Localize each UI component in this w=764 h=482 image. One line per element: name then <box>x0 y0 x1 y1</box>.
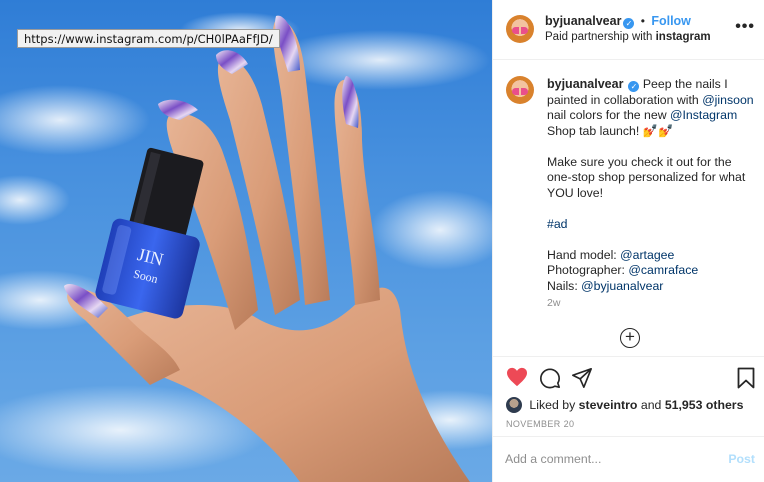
mention-jinsoon[interactable]: @jinsoon <box>702 93 753 107</box>
liker-avatar[interactable] <box>506 397 522 413</box>
verified-badge-icon: ✓ <box>623 18 635 29</box>
separator-dot: • <box>640 14 645 28</box>
post-actions: Liked by steveintro and 51,953 others NO… <box>493 356 764 434</box>
mention-instagram[interactable]: @Instagram <box>670 108 737 122</box>
author-username[interactable]: byjuanalvear <box>545 14 621 28</box>
liked-by-user[interactable]: steveintro <box>579 398 638 412</box>
comment-form: Post <box>493 436 764 482</box>
url-tooltip: https://www.instagram.com/p/CH0lPAaFfJD/ <box>17 29 280 48</box>
caption-text-part3: Shop tab launch! 💅💅 <box>547 123 674 138</box>
caption-author-avatar[interactable] <box>506 76 534 104</box>
post-header: byjuanalvear ✓ • Follow Paid partnership … <box>493 0 764 60</box>
more-options-icon[interactable]: ••• <box>735 18 755 36</box>
hand-with-nail-polish-image: JIN Soon <box>0 12 492 482</box>
hashtag-ad[interactable]: #ad <box>547 217 568 231</box>
caption-text: byjuanalvear ✓ Peep the nails I painted i… <box>547 77 757 294</box>
likes-summary: Liked by steveintro and 51,953 others <box>506 397 743 413</box>
caption-username[interactable]: byjuanalvear <box>547 77 623 91</box>
credit-nails-label: Nails: <box>547 278 582 293</box>
post-photo[interactable]: JIN Soon https://www.instagram.com/p/CH0… <box>0 0 492 482</box>
mention-artagee[interactable]: @artagee <box>620 248 674 262</box>
author-avatar[interactable] <box>506 15 534 43</box>
credit-photographer-label: Photographer: <box>547 263 629 277</box>
mention-camraface[interactable]: @camraface <box>628 263 698 277</box>
post-side-panel: byjuanalvear ✓ • Follow Paid partnership … <box>492 0 764 482</box>
caption-area: byjuanalvear ✓ Peep the nails I painted i… <box>493 60 764 356</box>
mention-byjuanalvear[interactable]: @byjuanalvear <box>581 279 663 293</box>
comment-icon[interactable] <box>539 367 561 389</box>
credit-hand-model-label: Hand model: <box>547 247 621 262</box>
follow-button[interactable]: Follow <box>651 14 691 28</box>
partner-link[interactable]: instagram <box>656 31 711 43</box>
post-date[interactable]: NOVEMBER 20 <box>506 419 574 429</box>
share-icon[interactable] <box>571 367 593 389</box>
partnership-prefix: Paid partnership with <box>545 31 653 43</box>
heart-icon[interactable] <box>506 367 528 387</box>
author-line: byjuanalvear ✓ • Follow <box>545 14 691 29</box>
caption-text-part2: nail colors for the new <box>547 108 671 122</box>
likes-count[interactable]: 51,953 others <box>665 398 744 412</box>
paid-partnership-line: Paid partnership with instagram <box>545 31 711 43</box>
liked-by-and: and <box>640 398 662 412</box>
liked-by-prefix: Liked by <box>529 398 576 412</box>
caption-verified-badge-icon: ✓ <box>628 81 640 92</box>
post-comment-button[interactable]: Post <box>728 452 755 466</box>
post-time-ago[interactable]: 2w <box>547 297 560 309</box>
caption-paragraph-2: Make sure you check it out for the one-s… <box>547 154 746 200</box>
comment-input[interactable] <box>505 452 705 466</box>
bookmark-icon[interactable] <box>737 367 755 389</box>
load-more-comments-icon[interactable]: + <box>620 328 640 348</box>
